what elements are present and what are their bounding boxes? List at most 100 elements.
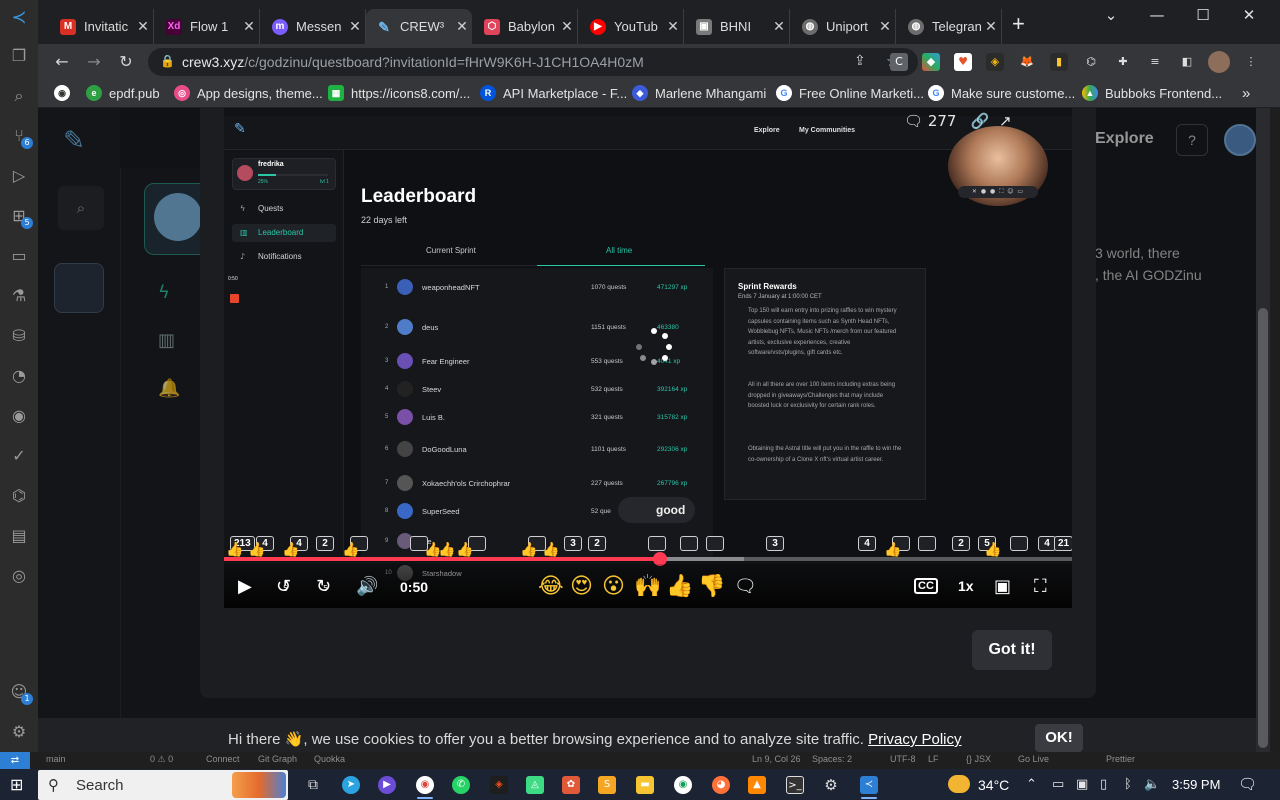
- playback-speed[interactable]: 1x: [958, 578, 974, 594]
- vscode-icon[interactable]: ≺: [860, 776, 878, 794]
- close-icon[interactable]: ✕: [769, 19, 789, 35]
- windows-start-icon[interactable]: ⊞: [10, 775, 23, 794]
- comment-chip[interactable]: good: [618, 497, 695, 523]
- bookmark-item[interactable]: ◉: [54, 85, 77, 101]
- picture-in-picture-icon[interactable]: ▣: [994, 576, 1011, 597]
- timeline-icon[interactable]: ◔: [9, 366, 29, 386]
- bookmark-item[interactable]: e epdf.pub: [86, 85, 160, 101]
- notebook-icon[interactable]: ▤: [9, 526, 29, 546]
- check-icon[interactable]: ✓: [9, 446, 29, 466]
- testing-icon[interactable]: ⚗: [9, 286, 29, 306]
- target-icon[interactable]: ◎: [9, 566, 29, 586]
- menu-kebab-icon[interactable]: ⋮: [1242, 53, 1260, 71]
- account-icon[interactable]: ☺ 1: [9, 682, 33, 705]
- python-icon[interactable]: ⌬: [9, 486, 29, 506]
- tab-crew3[interactable]: ✎ CREW³ ✕: [366, 9, 472, 44]
- reaction-bubble[interactable]: 2: [316, 536, 334, 551]
- media-player-icon[interactable]: ▶: [378, 776, 396, 794]
- source-control-icon[interactable]: ⑂ 6: [9, 126, 33, 149]
- wow-emoji-icon[interactable]: 😮: [602, 574, 625, 599]
- rewind-icon[interactable]: ↺ 5: [276, 576, 291, 597]
- battery-icon[interactable]: ▯: [1100, 777, 1107, 792]
- status-item[interactable]: Go Live: [1018, 754, 1049, 764]
- tab-youtube[interactable]: ▶ YouTub ✕: [580, 9, 684, 44]
- comment-icon[interactable]: 🗨: [734, 576, 757, 597]
- chrome-profile-icon[interactable]: ◉: [674, 776, 692, 794]
- phantom-extension-icon[interactable]: ▮: [1050, 53, 1068, 71]
- status-item[interactable]: Prettier: [1106, 754, 1135, 764]
- status-item[interactable]: 0 ⚠ 0: [150, 754, 173, 765]
- bookmark-item[interactable]: G Free Online Marketi...: [776, 85, 924, 101]
- bookmark-item[interactable]: ▲ Bubboks Frontend...: [1082, 85, 1222, 101]
- sublime-icon[interactable]: S: [598, 776, 616, 794]
- camera-extension-icon[interactable]: ⌬: [1082, 53, 1100, 71]
- binance-extension-icon[interactable]: ◈: [986, 53, 1004, 71]
- reload-icon[interactable]: ↻: [114, 50, 138, 74]
- side-panel-icon[interactable]: ◧: [1178, 53, 1196, 71]
- search-icon[interactable]: ⌕: [9, 86, 29, 106]
- color-extension-icon[interactable]: ◆: [922, 53, 940, 71]
- profile-avatar[interactable]: [1208, 51, 1230, 73]
- bookmark-item[interactable]: G Make sure custome...: [928, 85, 1075, 101]
- figma-icon[interactable]: ◈: [490, 776, 508, 794]
- thumbs-up-emoji-icon[interactable]: 👍: [666, 574, 693, 599]
- close-window-icon[interactable]: ✕: [1226, 0, 1272, 30]
- close-icon[interactable]: ✕: [981, 19, 1001, 35]
- reaction-bubble[interactable]: ​: [706, 536, 724, 551]
- display-icon[interactable]: ▣: [1076, 777, 1088, 792]
- bookmarks-overflow-button[interactable]: »: [1242, 85, 1250, 102]
- reaction-bubble[interactable]: 21: [1054, 536, 1072, 551]
- extensions-puzzle-icon[interactable]: ✚: [1114, 53, 1132, 71]
- remote-indicator-icon[interactable]: ⇄: [0, 752, 30, 769]
- settings-icon[interactable]: ⚙: [822, 776, 840, 794]
- reaction-bubble[interactable]: 3: [564, 536, 582, 551]
- raised-hands-emoji-icon[interactable]: 🙌: [634, 574, 661, 599]
- status-item[interactable]: Connect: [206, 754, 240, 764]
- remote-explorer-icon[interactable]: ▭: [9, 246, 29, 266]
- extensions-icon[interactable]: ⊞ 5: [9, 206, 33, 229]
- status-item[interactable]: Quokka: [314, 754, 345, 764]
- app-icon[interactable]: ✿: [562, 776, 580, 794]
- github-icon[interactable]: ◉: [9, 406, 29, 426]
- maximize-icon[interactable]: ☐: [1180, 0, 1226, 30]
- whatsapp-icon[interactable]: ✆: [452, 776, 470, 794]
- thumbs-down-emoji-icon[interactable]: 👎: [698, 574, 725, 599]
- lock-icon[interactable]: 🔒: [160, 54, 175, 68]
- forward-arrow-icon[interactable]: →: [82, 50, 106, 74]
- scrollbar-thumb[interactable]: [1258, 308, 1268, 748]
- android-studio-icon[interactable]: ◬: [526, 776, 544, 794]
- extension-c-icon[interactable]: C: [890, 53, 908, 71]
- firefox-icon[interactable]: ◕: [712, 776, 730, 794]
- volume-icon[interactable]: 🔊: [356, 576, 378, 597]
- play-icon[interactable]: ▶: [238, 576, 252, 597]
- video-player[interactable]: ✎ Explore My Communities fredrika 25% lv…: [224, 108, 1072, 608]
- weather-icon[interactable]: [948, 775, 970, 793]
- close-icon[interactable]: ✕: [875, 19, 895, 35]
- tab-telegram[interactable]: ◍ Telegran ✕: [898, 9, 1002, 44]
- bookmark-item[interactable]: ◎ App designs, theme...: [174, 85, 323, 101]
- bookmark-item[interactable]: ▦ https://icons8.com/...: [328, 85, 470, 101]
- tray-chevron-icon[interactable]: ⌃: [1026, 777, 1037, 792]
- share-icon[interactable]: ⇪: [854, 53, 866, 69]
- tab-gmail[interactable]: M Invitatic ✕: [50, 9, 154, 44]
- fullscreen-icon[interactable]: ⛶: [1034, 576, 1047, 597]
- forward-icon[interactable]: ↻ 5: [316, 576, 331, 597]
- reaction-bubble[interactable]: 3: [766, 536, 784, 551]
- temperature[interactable]: 34°C: [978, 777, 1009, 793]
- minimize-icon[interactable]: —: [1134, 0, 1180, 30]
- close-icon[interactable]: ✕: [133, 19, 153, 35]
- close-icon[interactable]: ✕: [557, 19, 577, 35]
- status-item[interactable]: Spaces: 2: [812, 754, 852, 764]
- cookie-ok-button[interactable]: OK!: [1035, 724, 1083, 752]
- close-icon[interactable]: ✕: [239, 19, 259, 35]
- heart-extension-icon[interactable]: ♥: [954, 53, 972, 71]
- reaction-bubble[interactable]: ​: [680, 536, 698, 551]
- database-icon[interactable]: ⛁: [9, 326, 29, 346]
- reaction-bubble[interactable]: 2: [952, 536, 970, 551]
- clock[interactable]: 3:59 PM: [1172, 777, 1220, 792]
- vlc-icon[interactable]: ▲: [748, 776, 766, 794]
- reaction-bubble[interactable]: ​: [918, 536, 936, 551]
- bookmark-item[interactable]: R API Marketplace - F...: [480, 85, 627, 101]
- reaction-bubble[interactable]: ​: [1010, 536, 1028, 551]
- settings-gear-icon[interactable]: ⚙: [9, 722, 29, 742]
